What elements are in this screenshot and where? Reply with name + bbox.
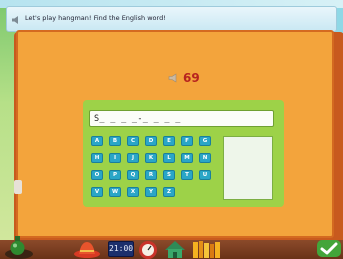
key-d[interactable]: D: [145, 136, 157, 146]
potion-icon[interactable]: [2, 232, 36, 259]
hat-icon[interactable]: [72, 238, 102, 259]
key-a[interactable]: A: [91, 136, 103, 146]
key-y[interactable]: Y: [145, 187, 157, 197]
key-f[interactable]: F: [181, 136, 193, 146]
key-p[interactable]: P: [109, 170, 121, 180]
house-icon[interactable]: [162, 238, 188, 259]
key-j[interactable]: J: [127, 153, 139, 163]
score-value: 69: [183, 71, 200, 85]
word-blanks: S_ _ _ _-_ _ _ _: [94, 114, 181, 124]
key-t[interactable]: T: [181, 170, 193, 180]
key-b[interactable]: B: [109, 136, 121, 146]
key-w[interactable]: W: [109, 187, 121, 197]
key-g[interactable]: G: [199, 136, 211, 146]
checkmark-icon[interactable]: [316, 238, 342, 259]
instruction-text: Let's play hangman! Find the English wor…: [25, 14, 166, 22]
speaker-icon[interactable]: [11, 15, 21, 25]
key-i[interactable]: I: [109, 153, 121, 163]
key-o[interactable]: O: [91, 170, 103, 180]
books-icon[interactable]: [190, 238, 224, 259]
key-n[interactable]: N: [199, 153, 211, 163]
score-speaker-icon[interactable]: [168, 73, 180, 83]
key-e[interactable]: E: [163, 136, 175, 146]
clock-display: 21:00: [108, 241, 134, 257]
key-z[interactable]: Z: [163, 187, 175, 197]
word-display: S_ _ _ _-_ _ _ _: [89, 110, 274, 127]
gauge-icon[interactable]: [136, 238, 160, 259]
key-r[interactable]: R: [145, 170, 157, 180]
key-l[interactable]: L: [163, 153, 175, 163]
key-m[interactable]: M: [181, 153, 193, 163]
hangman-image-box: [223, 136, 273, 200]
key-h[interactable]: H: [91, 153, 103, 163]
instruction-banner: Let's play hangman! Find the English wor…: [6, 6, 337, 32]
key-s[interactable]: S: [163, 170, 175, 180]
key-x[interactable]: X: [127, 187, 139, 197]
board-tab: [14, 180, 22, 194]
key-v[interactable]: V: [91, 187, 103, 197]
key-q[interactable]: Q: [127, 170, 139, 180]
key-u[interactable]: U: [199, 170, 211, 180]
key-k[interactable]: K: [145, 153, 157, 163]
key-c[interactable]: C: [127, 136, 139, 146]
